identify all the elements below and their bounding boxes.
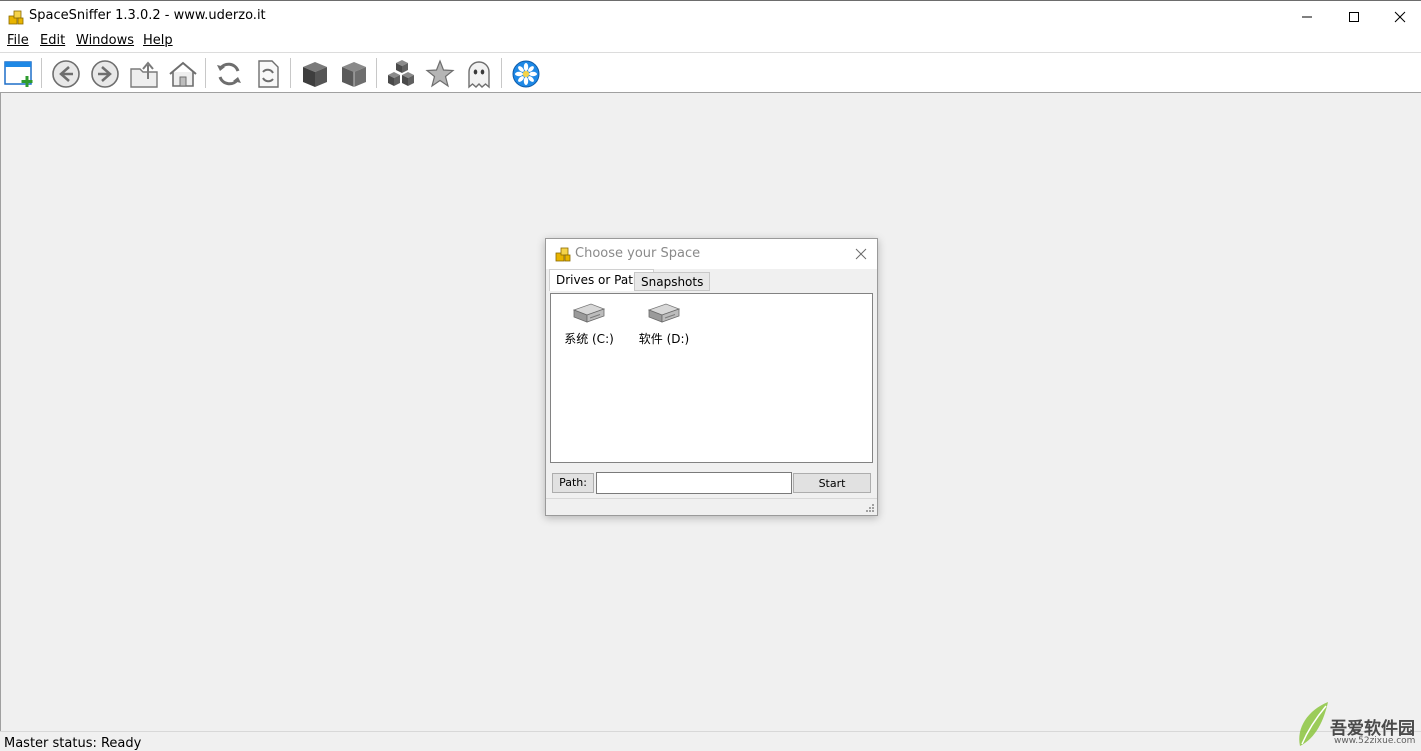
refresh-button[interactable]: [212, 57, 246, 91]
toolbar-separator: [376, 58, 377, 88]
window-title: SpaceSniffer 1.3.0.2 - www.uderzo.it: [29, 8, 266, 23]
menu-file[interactable]: File: [7, 33, 29, 48]
ghost-button[interactable]: [462, 57, 496, 91]
back-button[interactable]: [49, 57, 83, 91]
dialog-title-bar: Choose your Space: [546, 239, 877, 269]
title-bar: SpaceSniffer 1.3.0.2 - www.uderzo.it: [0, 0, 1421, 32]
menu-file-label: File: [7, 33, 29, 48]
toolbar-separator: [501, 58, 502, 88]
flower-icon: [512, 60, 540, 88]
maximize-button[interactable]: [1331, 1, 1377, 32]
about-button[interactable]: [509, 57, 543, 91]
toolbar: [0, 52, 1421, 93]
up-folder-button[interactable]: [127, 57, 161, 91]
light-cube-button[interactable]: [337, 57, 371, 91]
choose-space-dialog: Choose your Space Drives or Paths Snapsh…: [545, 238, 878, 516]
home-button[interactable]: [166, 57, 200, 91]
star-icon: [425, 59, 455, 88]
dark-cube-button[interactable]: [298, 57, 332, 91]
forward-button[interactable]: [88, 57, 122, 91]
cubes-button[interactable]: [384, 57, 418, 91]
menu-windows[interactable]: Windows: [76, 33, 134, 48]
refresh-document-icon: [258, 60, 279, 88]
refresh-icon: [217, 62, 241, 86]
resize-grip-icon[interactable]: [865, 503, 875, 513]
toolbar-separator: [290, 58, 291, 88]
close-icon: [855, 248, 867, 260]
cubes-icon: [388, 60, 414, 86]
watermark-leaf-icon: [1299, 702, 1328, 746]
path-input[interactable]: [596, 472, 792, 494]
status-bar: Master status: Ready: [0, 731, 1421, 751]
hard-drive-icon: [647, 303, 681, 323]
ghost-icon: [468, 61, 490, 89]
tab-snapshots[interactable]: Snapshots: [634, 272, 711, 291]
light-cube-icon: [342, 62, 366, 87]
drive-item-c[interactable]: 系统 (C:): [554, 300, 624, 347]
hard-drive-icon: [572, 303, 606, 323]
drive-item-d[interactable]: 软件 (D:): [629, 300, 699, 347]
dialog-divider: [546, 498, 877, 499]
minimize-button[interactable]: [1284, 1, 1330, 32]
forward-arrow-icon: [91, 60, 119, 88]
maximize-icon: [1349, 11, 1359, 22]
menu-help-label: Help: [143, 33, 173, 48]
start-button[interactable]: Start: [793, 473, 871, 493]
new-window-button[interactable]: [2, 57, 36, 91]
close-icon: [1394, 11, 1406, 22]
spacesniffer-app-icon: [555, 247, 571, 262]
dark-cube-icon: [303, 62, 327, 87]
spacesniffer-app-icon: [8, 10, 24, 25]
close-button[interactable]: [1377, 1, 1421, 32]
master-status: Master status: Ready: [4, 736, 142, 751]
dialog-title: Choose your Space: [575, 246, 701, 261]
menu-edit[interactable]: Edit: [40, 33, 65, 48]
drive-label-c: 系统 (C:): [564, 332, 614, 346]
refresh-document-button[interactable]: [251, 57, 285, 91]
menu-bar: File Edit Windows Help: [0, 32, 1421, 52]
dialog-close-button[interactable]: [851, 244, 871, 264]
path-label: Path:: [552, 473, 594, 493]
favorites-button[interactable]: [423, 57, 457, 91]
menu-edit-label: Edit: [40, 33, 66, 48]
menu-windows-label: Windows: [76, 33, 135, 48]
menu-help[interactable]: Help: [143, 33, 173, 48]
back-arrow-icon: [52, 60, 80, 88]
up-folder-icon: [130, 61, 158, 88]
watermark: 吾爱软件园 www.52zixue.com: [1294, 688, 1419, 748]
home-icon: [169, 61, 197, 87]
watermark-url: www.52zixue.com: [1334, 736, 1416, 746]
toolbar-separator: [205, 58, 206, 88]
drive-label-d: 软件 (D:): [638, 332, 690, 346]
drives-list: 系统 (C:) 软件 (D:): [550, 293, 873, 463]
minimize-icon: [1302, 16, 1312, 17]
toolbar-separator: [41, 58, 42, 88]
new-window-icon: [4, 61, 33, 87]
